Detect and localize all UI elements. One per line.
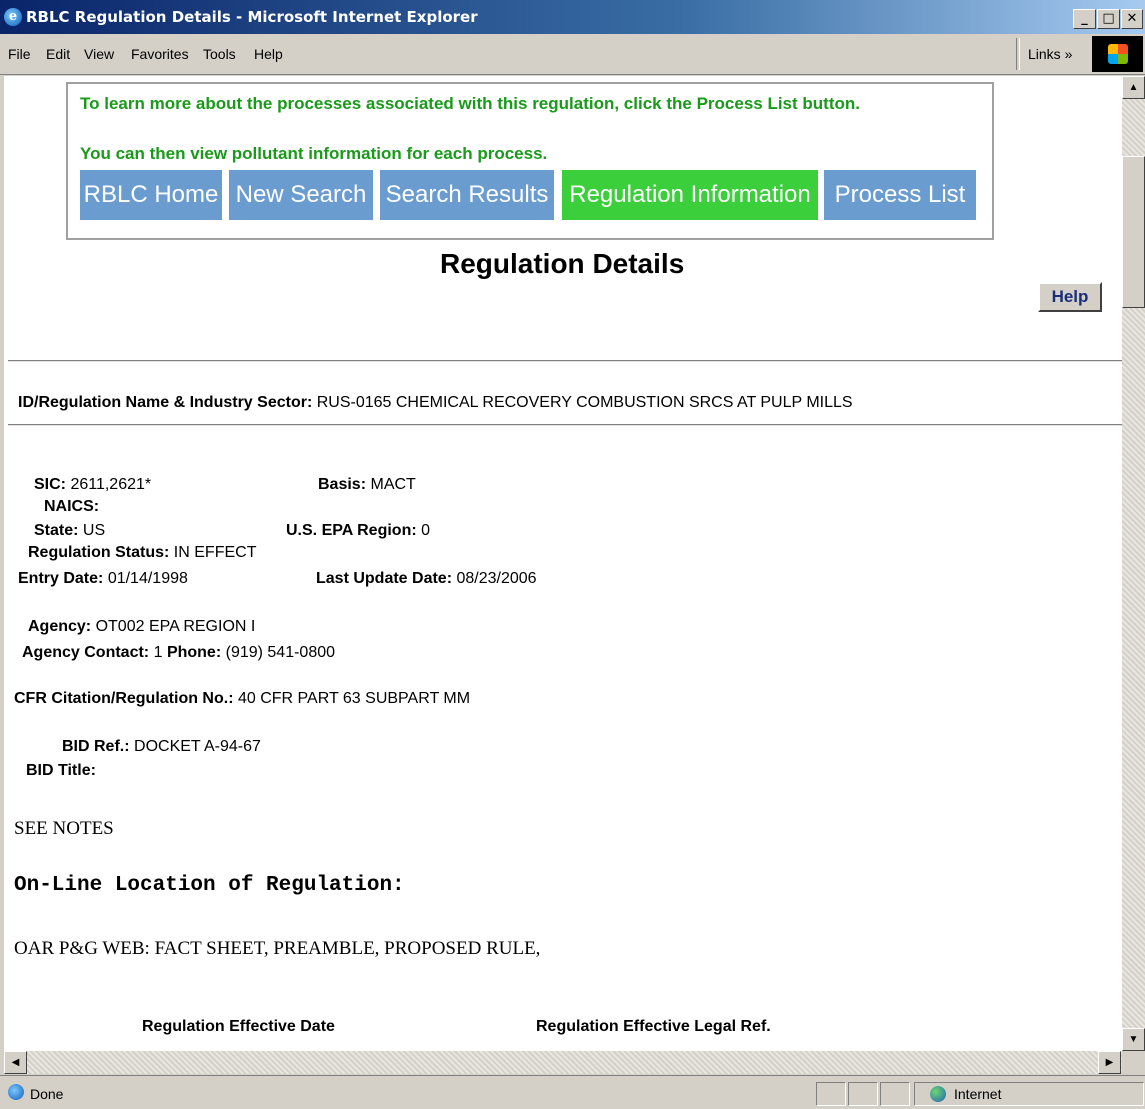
status-zone-pane (914, 1082, 1144, 1106)
status-pane-3 (880, 1082, 910, 1106)
help-button[interactable]: Help (1038, 282, 1102, 312)
agency-label: Agency: (28, 618, 92, 635)
effective-legal-ref-header: Regulation Effective Legal Ref. (536, 1018, 771, 1035)
maximize-button[interactable]: □ (1097, 9, 1120, 29)
bid-title-label: BID Title: (26, 762, 96, 779)
bid-ref-value: DOCKET A-94-67 (134, 738, 261, 755)
divider-bottom (8, 424, 1122, 426)
bid-title-row: BID Title: (26, 762, 96, 780)
bid-ref-label: BID Ref.: (62, 738, 130, 755)
nav-process-list-button[interactable]: Process List (824, 170, 976, 220)
page-status-icon (8, 1084, 24, 1100)
online-location-value: OAR P&G WEB: FACT SHEET, PREAMBLE, PROPO… (14, 938, 541, 959)
last-update-value: 08/23/2006 (456, 570, 537, 587)
regulation-id-value: RUS-0165 CHEMICAL RECOVERY COMBUSTION SR… (316, 394, 853, 411)
horizontal-scrollbar[interactable]: ◀ ▶ (4, 1051, 1122, 1074)
phone-value: (919) 541-0800 (225, 644, 336, 661)
epa-region-row: U.S. EPA Region: 0 (286, 522, 430, 540)
internet-explorer-icon: e (4, 8, 22, 26)
basis-label: Basis: (318, 476, 367, 493)
basis-value: MACT (370, 476, 416, 493)
close-button[interactable]: ✕ (1121, 9, 1143, 29)
online-location-heading: On-Line Location of Regulation: (14, 874, 405, 897)
links-separator (1016, 38, 1020, 70)
scroll-left-icon[interactable]: ◀ (4, 1051, 27, 1074)
regulation-status-label: Regulation Status: (28, 544, 170, 561)
nav-regulation-information-button[interactable]: Regulation Information (562, 170, 818, 220)
last-update-row: Last Update Date: 08/23/2006 (316, 570, 537, 588)
epa-region-value: 0 (421, 522, 431, 539)
naics-row: NAICS: (44, 498, 99, 516)
notice-panel: To learn more about the processes associ… (66, 82, 994, 240)
nav-new-search-button[interactable]: New Search (229, 170, 373, 220)
epa-region-label: U.S. EPA Region: (286, 522, 417, 539)
effective-date-header: Regulation Effective Date (142, 1018, 335, 1035)
scroll-right-icon[interactable]: ▶ (1098, 1051, 1121, 1074)
phone-label: Phone: (166, 644, 222, 661)
windows-logo-icon (1092, 36, 1143, 72)
scroll-up-icon[interactable]: ▲ (1122, 76, 1145, 99)
entry-date-value: 01/14/1998 (107, 570, 188, 587)
vertical-scrollbar[interactable]: ▲ ▼ (1122, 76, 1145, 1051)
agency-row: Agency: OT002 EPA REGION I (28, 618, 255, 636)
scrollbar-corner (1122, 1051, 1145, 1074)
agency-value: OT002 EPA REGION I (95, 618, 256, 635)
last-update-label: Last Update Date: (316, 570, 453, 587)
agency-contact-row: Agency Contact: 1 Phone: (919) 541-0800 (22, 644, 335, 662)
notes-text: SEE NOTES (14, 818, 114, 839)
agency-contact-label: Agency Contact: (22, 644, 150, 661)
cfr-label: CFR Citation/Regulation No.: (14, 690, 234, 707)
menu-view[interactable]: View (84, 46, 114, 62)
regulation-id-row: ID/Regulation Name & Industry Sector: RU… (18, 394, 853, 412)
state-label: State: (34, 522, 79, 539)
state-value: US (82, 522, 106, 539)
page-content: To learn more about the processes associ… (4, 76, 1122, 1051)
vertical-scroll-thumb[interactable] (1122, 156, 1145, 308)
status-pane-1 (816, 1082, 846, 1106)
notice-line-1: To learn more about the processes associ… (80, 94, 860, 113)
links-toolbar[interactable]: Links » (1028, 46, 1072, 62)
page-title: Regulation Details (440, 248, 685, 279)
naics-label: NAICS: (44, 498, 100, 515)
minimize-button[interactable]: _ (1073, 9, 1096, 29)
menu-bar: File Edit View Favorites Tools Help Link… (0, 34, 1145, 75)
internet-globe-icon (930, 1086, 946, 1102)
nav-rblc-home-button[interactable]: RBLC Home (80, 170, 222, 220)
agency-contact-value: 1 (153, 644, 163, 661)
menu-tools[interactable]: Tools (203, 46, 236, 62)
status-pane-2 (848, 1082, 878, 1106)
divider-top (8, 360, 1122, 362)
menu-favorites[interactable]: Favorites (131, 46, 189, 62)
window-title: RBLC Regulation Details - Microsoft Inte… (26, 8, 478, 26)
bid-ref-row: BID Ref.: DOCKET A-94-67 (62, 738, 261, 756)
nav-search-results-button[interactable]: Search Results (380, 170, 554, 220)
regulation-status-row: Regulation Status: IN EFFECT (28, 544, 256, 562)
state-row: State: US (34, 522, 105, 540)
window-titlebar[interactable]: e RBLC Regulation Details - Microsoft In… (0, 0, 1145, 34)
regulation-id-label: ID/Regulation Name & Industry Sector: (18, 394, 313, 411)
cfr-value: 40 CFR PART 63 SUBPART MM (237, 690, 471, 707)
entry-date-row: Entry Date: 01/14/1998 (18, 570, 188, 588)
sic-label: SIC: (34, 476, 66, 493)
entry-date-label: Entry Date: (18, 570, 104, 587)
cfr-row: CFR Citation/Regulation No.: 40 CFR PART… (14, 690, 470, 708)
scroll-down-icon[interactable]: ▼ (1122, 1028, 1145, 1051)
sic-row: SIC: 2611,2621* (34, 476, 151, 494)
regulation-status-value: IN EFFECT (173, 544, 257, 561)
menu-file[interactable]: File (8, 46, 31, 62)
status-bar: Done Internet (0, 1075, 1145, 1109)
status-text: Done (30, 1086, 64, 1102)
sic-value: 2611,2621* (70, 476, 152, 493)
zone-label: Internet (954, 1086, 1002, 1102)
notice-line-2: You can then view pollutant information … (80, 144, 548, 163)
menu-help[interactable]: Help (254, 46, 283, 62)
basis-row: Basis: MACT (318, 476, 416, 494)
menu-edit[interactable]: Edit (46, 46, 70, 62)
